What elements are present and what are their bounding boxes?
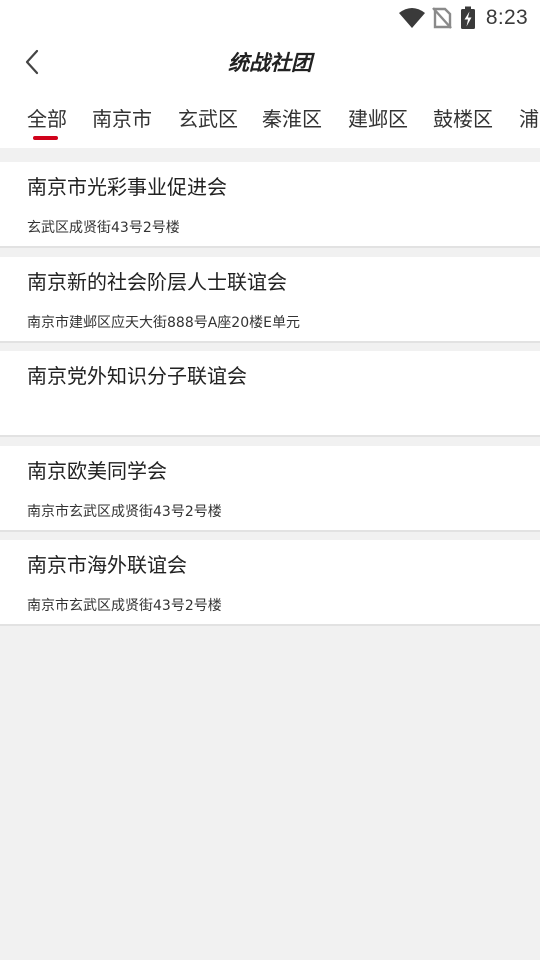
organization-name: 南京市光彩事业促进会	[27, 175, 227, 199]
list-item[interactable]: 南京市海外联谊会 南京市玄武区成贤街43号2号楼	[0, 540, 540, 626]
tab-xuanwu[interactable]: 玄武区	[178, 106, 238, 132]
app-header: 统战社团	[0, 36, 540, 92]
tab-nanjing-city[interactable]: 南京市	[92, 106, 152, 132]
active-tab-indicator	[33, 136, 58, 140]
organization-name: 南京欧美同学会	[27, 459, 167, 483]
organization-address: 南京市玄武区成贤街43号2号楼	[27, 504, 222, 520]
organization-address: 南京市建邺区应天大街888号A座20楼E单元	[27, 315, 300, 331]
list-item[interactable]: 南京欧美同学会 南京市玄武区成贤街43号2号楼	[0, 446, 540, 532]
tab-jianye[interactable]: 建邺区	[348, 106, 408, 132]
status-icons: 8:23	[398, 4, 528, 32]
list-item[interactable]: 南京党外知识分子联谊会	[0, 351, 540, 437]
tab-gulou[interactable]: 鼓楼区	[433, 106, 493, 132]
wifi-icon	[398, 6, 426, 30]
tab-qinhuai[interactable]: 秦淮区	[262, 106, 322, 132]
list-item[interactable]: 南京新的社会阶层人士联谊会 南京市建邺区应天大街888号A座20楼E单元	[0, 257, 540, 343]
region-tabs: 全部 南京市 玄武区 秦淮区 建邺区 鼓楼区 浦	[0, 92, 540, 148]
organization-name: 南京党外知识分子联谊会	[27, 364, 247, 388]
organization-address: 玄武区成贤街43号2号楼	[27, 220, 180, 236]
no-sim-icon	[432, 6, 452, 30]
tab-pukou[interactable]: 浦	[519, 106, 539, 132]
battery-charging-icon	[460, 6, 476, 30]
list-item[interactable]: 南京市光彩事业促进会 玄武区成贤街43号2号楼	[0, 162, 540, 248]
organization-name: 南京市海外联谊会	[27, 553, 187, 577]
organization-address: 南京市玄武区成贤街43号2号楼	[27, 598, 222, 614]
page-title: 统战社团	[228, 51, 312, 75]
tab-all[interactable]: 全部	[27, 106, 67, 132]
organization-name: 南京新的社会阶层人士联谊会	[27, 270, 287, 294]
status-bar: 8:23	[0, 0, 540, 36]
status-time: 8:23	[485, 6, 528, 29]
